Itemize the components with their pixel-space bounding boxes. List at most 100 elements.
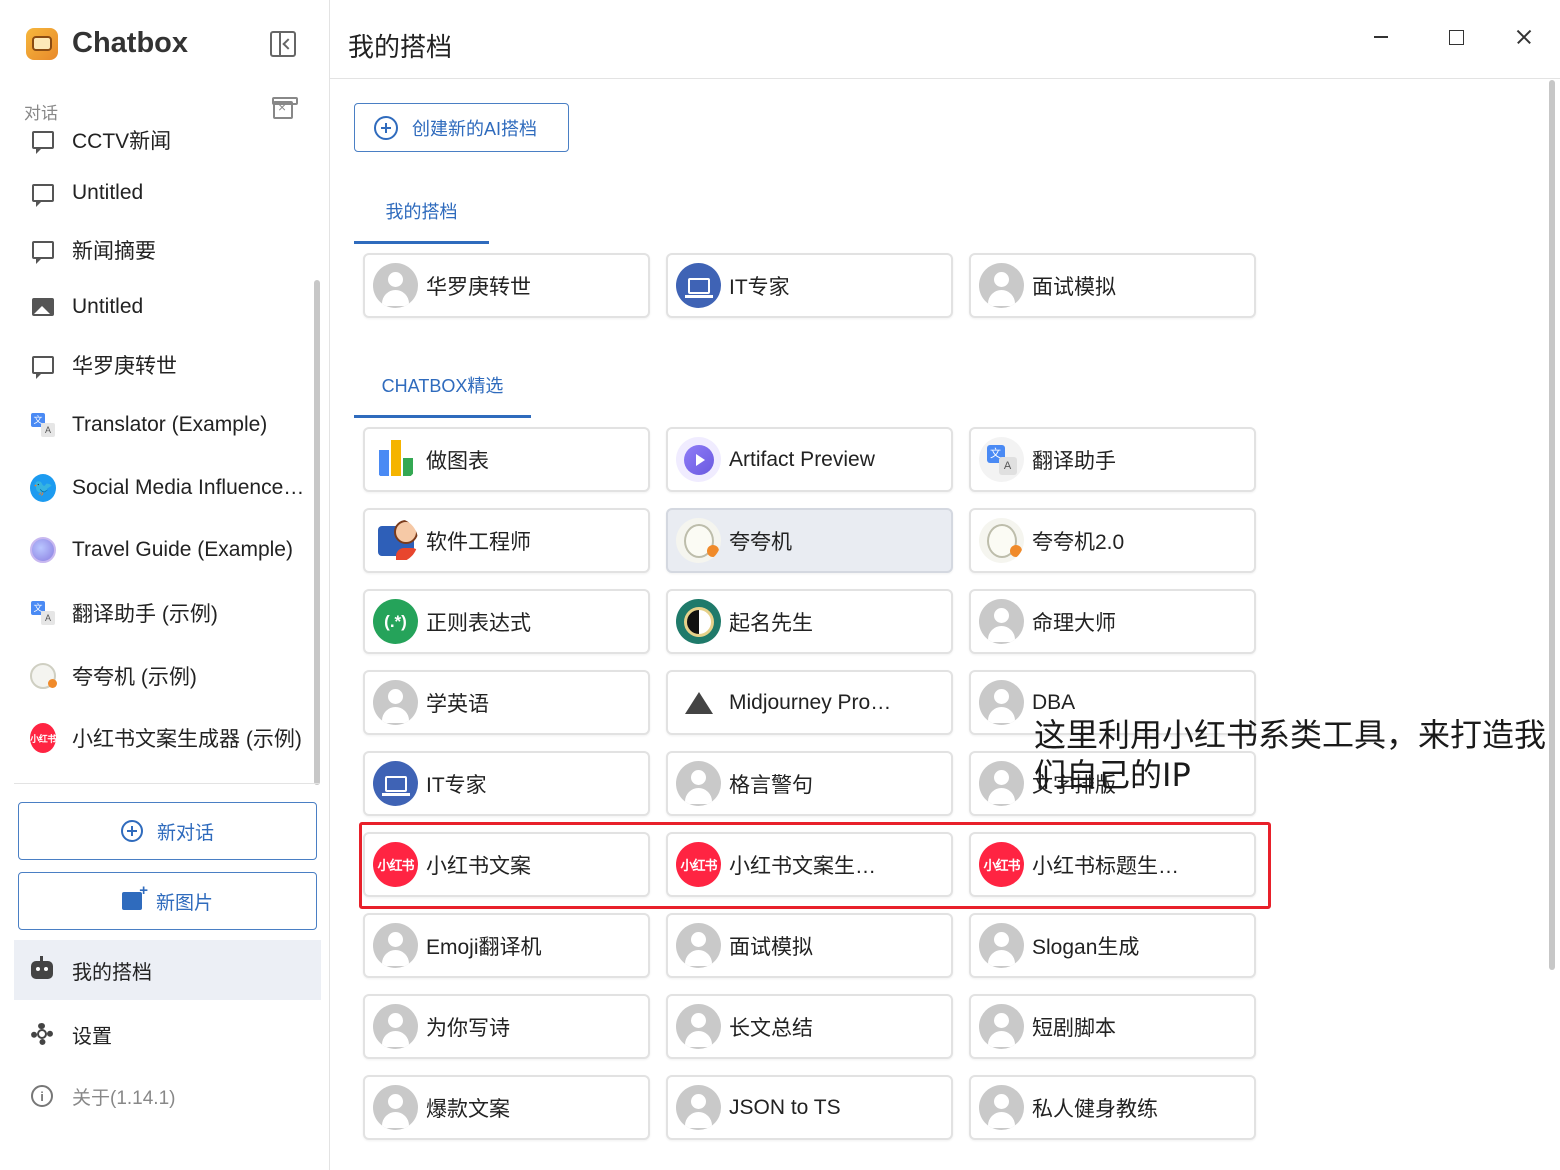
copilot-card[interactable]: 华罗庚转世 xyxy=(363,253,650,318)
copilot-card-label: Emoji翻译机 xyxy=(426,935,542,959)
default-avatar-icon xyxy=(373,923,418,968)
sheep-icon xyxy=(30,663,57,689)
copilot-card[interactable]: 长文总结 xyxy=(666,994,953,1059)
sidebar-divider xyxy=(14,783,320,784)
copilot-card[interactable]: 学英语 xyxy=(363,670,650,735)
copilot-card-label: 起名先生 xyxy=(729,611,813,635)
conversation-item[interactable]: Untitled xyxy=(30,287,312,327)
copilot-card-label: IT专家 xyxy=(729,275,790,299)
maximize-window-icon[interactable] xyxy=(1441,24,1471,50)
copilot-card[interactable]: 私人健身教练 xyxy=(969,1075,1256,1140)
xiaohongshu-icon: 小红书 xyxy=(30,723,56,753)
chatbox-logo-icon xyxy=(26,27,58,60)
sailboat-icon xyxy=(676,680,721,725)
copilot-card[interactable]: 软件工程师 xyxy=(363,508,650,573)
tab-featured-underline xyxy=(354,415,531,418)
conversation-title: 新闻摘要 xyxy=(72,240,156,263)
conversation-item[interactable]: CCTV新闻 xyxy=(30,124,312,160)
nav-my-copilots-label: 我的搭档 xyxy=(72,961,152,984)
xiaohongshu-icon: 小红书 xyxy=(979,842,1024,887)
main-scrollbar[interactable] xyxy=(1549,80,1555,970)
yin-yang-icon xyxy=(676,599,721,644)
copilot-card[interactable]: 为你写诗 xyxy=(363,994,650,1059)
copilot-card-label: 学英语 xyxy=(426,692,489,716)
info-icon: i xyxy=(30,1084,54,1108)
close-window-icon[interactable] xyxy=(1509,24,1539,50)
copilot-card[interactable]: 夸夸机2.0 xyxy=(969,508,1256,573)
copilot-card[interactable]: 做图表 xyxy=(363,427,650,492)
copilot-card[interactable]: Artifact Preview xyxy=(666,427,953,492)
conversation-item[interactable]: Untitled xyxy=(30,173,312,213)
clear-conversations-icon[interactable] xyxy=(272,97,298,119)
conversation-item[interactable]: 华罗庚转世 xyxy=(30,345,312,385)
copilot-card-label: 夸夸机 xyxy=(729,530,792,554)
copilot-card[interactable]: 小红书 小红书标题生… xyxy=(969,832,1256,897)
copilot-card[interactable]: 小红书 小红书文案生… xyxy=(666,832,953,897)
collapse-sidebar-icon[interactable] xyxy=(270,31,296,57)
laptop-icon xyxy=(373,761,418,806)
conversation-item[interactable]: Travel Guide (Example) xyxy=(30,530,312,570)
create-copilot-button[interactable]: 创建新的AI搭档 xyxy=(354,103,569,152)
default-avatar-icon xyxy=(373,680,418,725)
copilot-card[interactable]: 格言警句 xyxy=(666,751,953,816)
globe-icon xyxy=(30,537,56,563)
default-avatar-icon xyxy=(676,1004,721,1049)
conversation-item[interactable]: Translator (Example) xyxy=(30,405,312,445)
copilot-card[interactable]: 面试模拟 xyxy=(969,253,1256,318)
copilot-card[interactable]: 夸夸机 xyxy=(666,508,953,573)
copilot-card[interactable]: IT专家 xyxy=(363,751,650,816)
copilot-card[interactable]: Slogan生成 xyxy=(969,913,1256,978)
copilot-card[interactable]: Emoji翻译机 xyxy=(363,913,650,978)
translate-icon xyxy=(979,437,1024,482)
copilot-card-label: 翻译助手 xyxy=(1032,449,1116,473)
copilot-card[interactable]: JSON to TS xyxy=(666,1075,953,1140)
nav-my-copilots[interactable]: 我的搭档 xyxy=(14,940,321,1000)
copilot-card-label: 面试模拟 xyxy=(729,935,813,959)
copilot-card[interactable]: 起名先生 xyxy=(666,589,953,654)
copilot-card[interactable]: 小红书 小红书文案 xyxy=(363,832,650,897)
sidebar: Chatbox 对话 CCTV新闻 Untitled 新闻摘要 Untitled 华罗庚… xyxy=(0,0,330,1170)
annotation-text: 这里利用小红书系类工具，来打造我们自己的IP xyxy=(1034,716,1547,794)
regex-icon: (.*) xyxy=(373,599,418,644)
copilot-card-label: 夸夸机2.0 xyxy=(1032,530,1125,554)
copilot-card-label: 命理大师 xyxy=(1032,611,1116,635)
xiaohongshu-icon: 小红书 xyxy=(676,842,721,887)
conversation-item[interactable]: 🐦 Social Media Influence… xyxy=(30,468,312,508)
app-name: Chatbox xyxy=(72,27,188,59)
copilot-card[interactable]: 面试模拟 xyxy=(666,913,953,978)
sheep-icon xyxy=(676,518,721,563)
default-avatar-icon xyxy=(373,1085,418,1130)
copilot-card-label: 爆款文案 xyxy=(426,1097,510,1121)
copilot-card-label: 小红书文案生… xyxy=(729,854,876,878)
conversation-item[interactable]: 夸夸机 (示例) xyxy=(30,656,312,696)
conversation-item[interactable]: 翻译助手 (示例) xyxy=(30,593,312,633)
copilot-card[interactable]: (.*) 正则表达式 xyxy=(363,589,650,654)
conversation-item[interactable]: 新闻摘要 xyxy=(30,230,312,270)
conversation-title: 华罗庚转世 xyxy=(72,355,177,378)
copilot-card[interactable]: 命理大师 xyxy=(969,589,1256,654)
default-avatar-icon xyxy=(979,1004,1024,1049)
copilot-card[interactable]: Midjourney Pro… xyxy=(666,670,953,735)
copilot-card-label: 做图表 xyxy=(426,449,489,473)
new-chat-button[interactable]: 新对话 xyxy=(18,802,317,860)
copilot-card[interactable]: IT专家 xyxy=(666,253,953,318)
copilot-card-label: 短剧脚本 xyxy=(1032,1016,1116,1040)
copilot-card[interactable]: 爆款文案 xyxy=(363,1075,650,1140)
conversation-item[interactable]: 小红书 小红书文案生成器 (示例) xyxy=(30,718,312,758)
copilot-card[interactable]: 翻译助手 xyxy=(969,427,1256,492)
nav-about[interactable]: i 关于(1.14.1) xyxy=(14,1066,321,1126)
chat-bubble-icon xyxy=(30,352,56,379)
tab-featured[interactable]: CHATBOX精选 xyxy=(354,372,531,398)
tab-my-copilots[interactable]: 我的搭档 xyxy=(354,198,489,224)
sidebar-scrollbar[interactable] xyxy=(314,280,320,785)
minimize-window-icon[interactable] xyxy=(1366,24,1396,50)
play-icon xyxy=(676,437,721,482)
conversation-list[interactable]: CCTV新闻 Untitled 新闻摘要 Untitled 华罗庚转世 Translato… xyxy=(0,124,318,782)
tab-my-copilots-underline xyxy=(354,241,489,244)
chat-bubble-icon xyxy=(30,127,56,154)
main-panel: 我的搭档 创建新的AI搭档 我的搭档 CHATBOX精选 华罗庚转世 IT专家 面试… xyxy=(330,0,1560,1170)
copilot-card[interactable]: 短剧脚本 xyxy=(969,994,1256,1059)
nav-settings[interactable]: 设置 xyxy=(14,1004,321,1064)
default-avatar-icon xyxy=(676,761,721,806)
new-image-button[interactable]: 新图片 xyxy=(18,872,317,930)
